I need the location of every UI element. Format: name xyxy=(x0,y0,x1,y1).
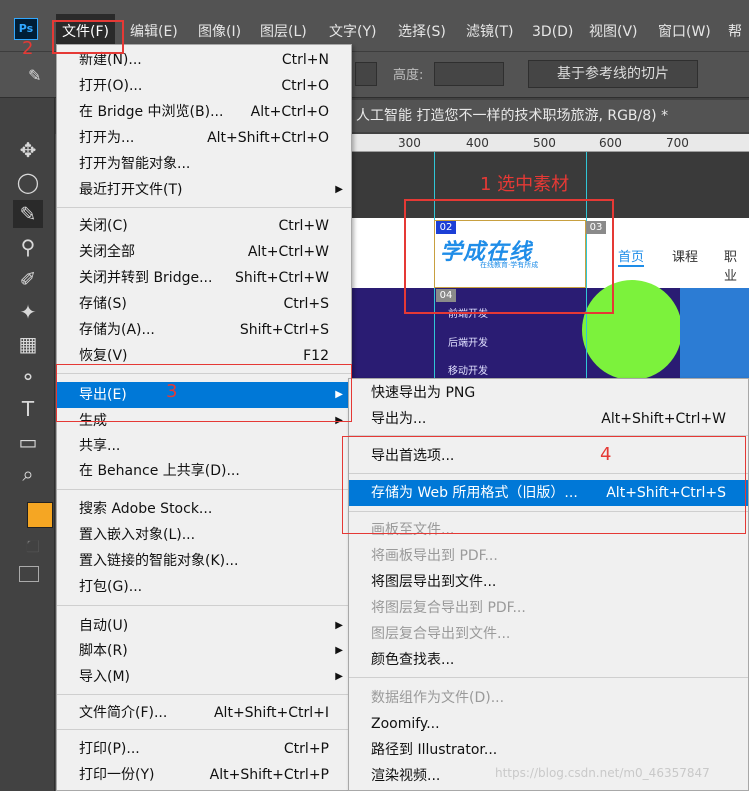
menu-separator xyxy=(57,729,351,730)
submenu-item-color-lookup[interactable]: 颜色查找表... xyxy=(349,647,748,673)
menu-item-share[interactable]: 共享... xyxy=(57,433,351,459)
submenu-item-export-as[interactable]: 导出为... Alt+Shift+Ctrl+W xyxy=(349,406,748,432)
menu-item-package[interactable]: 打包(G)... xyxy=(57,574,351,600)
menu-item-open-smart-object[interactable]: 打开为智能对象... xyxy=(57,151,351,177)
menu-item-open-as[interactable]: 打开为... Alt+Shift+Ctrl+O xyxy=(57,125,351,151)
submenu-item-layers-to-files[interactable]: 将图层导出到文件... xyxy=(349,569,748,595)
foreground-color-swatch[interactable] xyxy=(27,502,53,528)
menu-item-search-stock[interactable]: 搜索 Adobe Stock... xyxy=(57,496,351,522)
menu-item-print-one[interactable]: 打印一份(Y) Alt+Shift+Ctrl+P xyxy=(57,762,351,788)
width-input[interactable] xyxy=(355,62,377,86)
menu-item-close-all[interactable]: 关闭全部 Alt+Ctrl+W xyxy=(57,239,351,265)
side-menu-item: 移动开发 xyxy=(448,366,488,377)
height-input[interactable] xyxy=(434,62,504,86)
annotation-label-4: 4 xyxy=(600,444,612,465)
annotation-box-export xyxy=(56,364,352,422)
submenu-item-quick-export-png[interactable]: 快速导出为 PNG xyxy=(349,380,748,406)
menu-3d[interactable]: 3D(D) xyxy=(526,14,579,52)
slice-tool-icon[interactable]: ✎ xyxy=(13,200,43,228)
menu-filter[interactable]: 滤镜(T) xyxy=(460,14,519,52)
annotation-box-file-menu xyxy=(52,20,124,54)
annotation-box-asset xyxy=(404,199,614,314)
banner-blue-shape xyxy=(680,288,749,381)
ruler-tick: 600 xyxy=(599,136,622,150)
submenu-item-layer-comps-to-pdf: 将图层复合导出到 PDF... xyxy=(371,600,526,616)
rectangle-tool-icon[interactable]: ▭ xyxy=(13,428,43,456)
menu-help[interactable]: 帮 xyxy=(722,14,748,52)
menu-item-browse-bridge[interactable]: 在 Bridge 中浏览(B)... Alt+Ctrl+O xyxy=(57,99,351,125)
slice-tool-icon[interactable]: ✎ xyxy=(28,66,50,86)
submenu-item-data-sets: 数据组作为文件(D)... xyxy=(371,690,505,706)
stamp-tool-icon[interactable]: ✦ xyxy=(13,298,43,326)
menu-separator xyxy=(57,605,351,606)
menu-item-place-embedded[interactable]: 置入嵌入对象(L)... xyxy=(57,522,351,548)
nav-home: 首页 xyxy=(618,246,645,267)
submenu-item-artboards-to-pdf: 将画板导出到 PDF... xyxy=(371,548,498,564)
menu-select[interactable]: 选择(S) xyxy=(392,14,452,52)
menu-item-automate[interactable]: 自动(U) ▶ xyxy=(57,613,351,639)
nav-courses: 课程 xyxy=(672,250,699,265)
watermark: https://blog.csdn.net/m0_46357847 xyxy=(495,766,710,780)
annotation-label-2: 2 xyxy=(22,38,34,59)
submenu-arrow-icon: ▶ xyxy=(335,671,343,682)
swap-colors-icon[interactable]: ⬛ xyxy=(26,540,40,553)
lasso-tool-icon[interactable]: ◯ xyxy=(13,168,43,196)
type-tool-icon[interactable]: T xyxy=(13,395,43,423)
dodge-tool-icon[interactable]: ⚬ xyxy=(13,363,43,391)
submenu-item-paths-illustrator[interactable]: 路径到 Illustrator... xyxy=(349,737,748,763)
menu-window[interactable]: 窗口(W) xyxy=(652,14,717,52)
menu-item-recent[interactable]: 最近打开文件(T) ▶ xyxy=(57,177,351,203)
ruler-tick: 300 xyxy=(398,136,421,150)
menu-item-print[interactable]: 打印(P)... Ctrl+P xyxy=(57,736,351,762)
brush-tool-icon[interactable]: ✐ xyxy=(13,265,43,293)
menu-item-import[interactable]: 导入(M) ▶ xyxy=(57,664,351,690)
menu-separator xyxy=(57,489,351,490)
menu-item-save[interactable]: 存储(S) Ctrl+S xyxy=(57,291,351,317)
move-tool-icon[interactable]: ✥ xyxy=(13,136,43,164)
menu-item-scripts[interactable]: 脚本(R) ▶ xyxy=(57,638,351,664)
ruler-tick: 700 xyxy=(666,136,689,150)
photoshop-logo: Ps xyxy=(14,18,38,40)
menu-item-close-go-bridge[interactable]: 关闭并转到 Bridge... Shift+Ctrl+W xyxy=(57,265,351,291)
zoom-tool-icon[interactable]: ⌕ xyxy=(13,460,43,488)
menu-item-place-linked[interactable]: 置入链接的智能对象(K)... xyxy=(57,548,351,574)
submenu-item-layer-comps-to-files: 图层复合导出到文件... xyxy=(371,626,511,642)
ruler-tick: 400 xyxy=(466,136,489,150)
submenu-item-zoomify[interactable]: Zoomify... xyxy=(349,711,748,737)
menu-item-file-info[interactable]: 文件简介(F)... Alt+Shift+Ctrl+I xyxy=(57,700,351,726)
submenu-arrow-icon: ▶ xyxy=(335,184,343,195)
quick-mask-icon[interactable] xyxy=(19,566,39,582)
submenu-arrow-icon: ▶ xyxy=(335,645,343,656)
document-tab[interactable]: 人工智能 打造您不一样的技术职场旅游, RGB/8) * xyxy=(352,100,749,132)
menu-separator xyxy=(57,694,351,695)
menu-item-close[interactable]: 关闭(C) Ctrl+W xyxy=(57,213,351,239)
menu-item-share-behance[interactable]: 在 Behance 上共享(D)... xyxy=(57,458,351,484)
ruler-tick: 500 xyxy=(533,136,556,150)
menu-separator xyxy=(349,677,748,678)
slices-from-guides-button[interactable]: 基于参考线的切片 xyxy=(528,60,698,88)
annotation-box-save-for-web xyxy=(342,436,746,534)
menu-view[interactable]: 视图(V) xyxy=(583,14,644,52)
menu-item-save-as[interactable]: 存储为(A)... Shift+Ctrl+S xyxy=(57,317,351,343)
menu-item-open[interactable]: 打开(O)... Ctrl+O xyxy=(57,73,351,99)
nav-career: 职业 xyxy=(724,250,738,284)
submenu-arrow-icon: ▶ xyxy=(335,620,343,631)
gradient-tool-icon[interactable]: ▦ xyxy=(13,330,43,358)
menu-separator xyxy=(57,207,351,208)
side-menu-item: 后端开发 xyxy=(448,338,488,349)
annotation-label-3: 3 xyxy=(166,381,178,402)
height-label: 高度: xyxy=(393,68,424,83)
annotation-label-1: 1 选中素材 xyxy=(480,174,570,195)
eyedropper-tool-icon[interactable]: ⚲ xyxy=(13,233,43,261)
